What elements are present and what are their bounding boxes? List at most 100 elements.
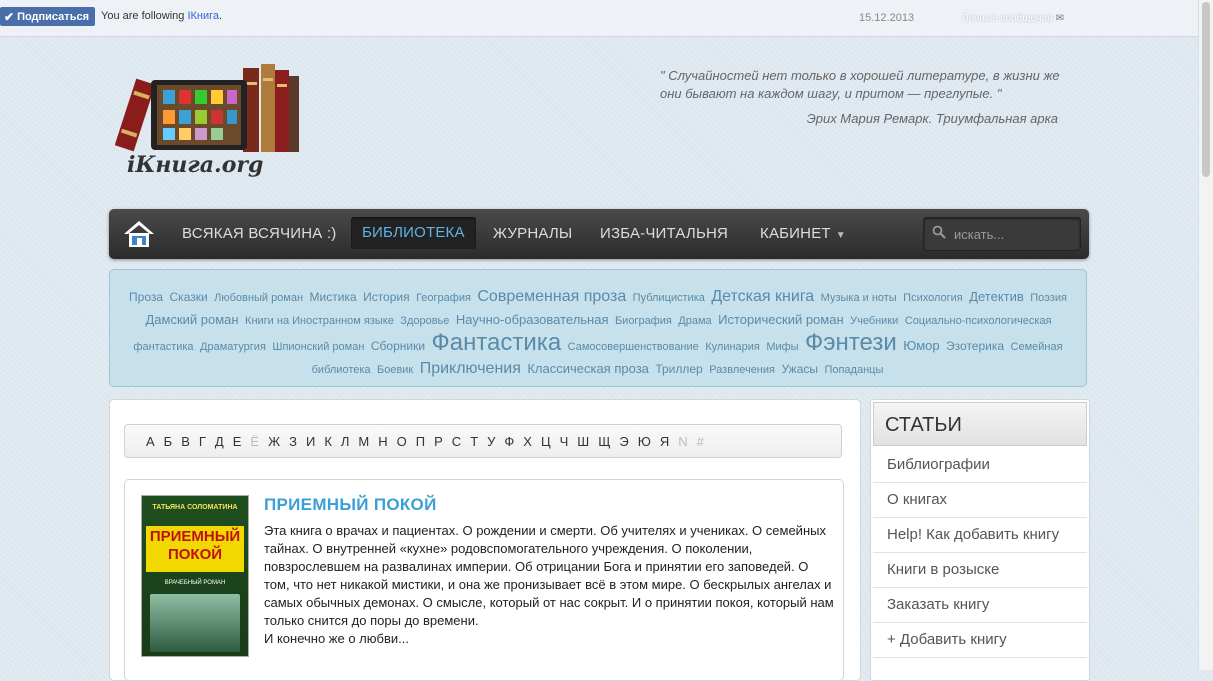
quote-author: Эрих Мария Ремарк. Триумфальная арка — [806, 111, 1058, 126]
alphabet-letter[interactable]: М — [358, 434, 369, 449]
search-input[interactable] — [954, 218, 1074, 250]
book-description-text: Эта книга о врачах и пациентах. О рожден… — [264, 523, 834, 628]
genre-tag[interactable]: Попаданцы — [824, 364, 883, 376]
alphabet-letter[interactable]: У — [487, 434, 495, 449]
alphabet-letter[interactable]: Я — [660, 434, 669, 449]
alphabet-letter[interactable]: К — [324, 434, 332, 449]
alphabet-letter[interactable]: Ф — [504, 434, 514, 449]
blog-name-link[interactable]: IКнига — [187, 10, 219, 22]
sidebar-item-about-books[interactable]: О книгах — [873, 483, 1087, 518]
sidebar-item-wanted-books[interactable]: Книги в розыске — [873, 553, 1087, 588]
alphabet-letter[interactable]: В — [181, 434, 190, 449]
genre-tag[interactable]: Исторический роман — [718, 312, 844, 327]
sidebar-item-order-book[interactable]: Заказать книгу — [873, 588, 1087, 623]
genre-tag[interactable]: Публицистика — [633, 292, 705, 304]
alphabet-letter[interactable]: И — [306, 434, 315, 449]
cover-author: ТАТЬЯНА СОЛОМАТИНА — [152, 504, 238, 511]
genre-tag[interactable]: Психология — [903, 292, 963, 304]
genre-tag[interactable]: Ужасы — [781, 362, 818, 376]
genre-tag[interactable]: Сборники — [371, 339, 425, 353]
genre-tag[interactable]: Любовный роман — [214, 292, 303, 304]
genre-tag[interactable]: История — [363, 290, 410, 304]
genre-tag[interactable]: Дамский роман — [145, 312, 238, 327]
book-title-link[interactable]: Приемный покой — [264, 495, 437, 515]
alphabet-letter[interactable]: Щ — [598, 434, 610, 449]
subscribe-label: Подписаться — [17, 10, 89, 23]
alphabet-letter[interactable]: Ш — [577, 434, 589, 449]
genre-tag[interactable]: Поэзия — [1030, 292, 1067, 304]
alphabet-letter[interactable]: О — [397, 434, 407, 449]
genre-tag[interactable]: Сказки — [170, 290, 208, 304]
genre-tag[interactable]: Самосовершенствование — [568, 341, 699, 353]
genre-tag[interactable]: Шпионский роман — [272, 341, 364, 353]
genre-tag[interactable]: Здоровье — [400, 315, 449, 327]
sidebar-title: Статьи — [873, 402, 1087, 446]
sidebar-item-how-to-add[interactable]: Help! Как добавить книгу — [873, 518, 1087, 553]
alphabet-letter[interactable]: Л — [341, 434, 350, 449]
search-box[interactable] — [923, 217, 1081, 251]
alphabet-letter[interactable]: Ю — [638, 434, 651, 449]
alphabet-letter[interactable]: Х — [523, 434, 532, 449]
alphabet-letter[interactable]: Р — [434, 434, 443, 449]
genre-tag[interactable]: Драматургия — [200, 341, 266, 353]
genre-tag[interactable]: Классическая проза — [527, 361, 649, 376]
following-prefix: You are following — [101, 10, 188, 22]
genre-tag[interactable]: Детектив — [969, 289, 1024, 304]
genre-tag[interactable]: Учебники — [850, 315, 898, 327]
main-navigation: Всякая всячина :) Библиотека Журналы Изб… — [109, 209, 1089, 259]
alphabet-letter: N — [678, 433, 688, 449]
genre-tag[interactable]: Фантастика — [431, 329, 561, 356]
genre-tag[interactable]: Развлечения — [709, 364, 775, 376]
home-icon[interactable] — [123, 219, 155, 249]
top-bar: ✔ Подписаться You are following IКнига. … — [0, 0, 1198, 37]
genre-tag[interactable]: Фэнтези — [805, 329, 897, 356]
main-content: А Б В Г Д Е Ё Ж З И К Л М Н О П Р С Т У Ф Х Ц Ч Ш Щ Э Ю Я N # ТАТЬЯНА … — [109, 399, 861, 681]
genre-tag[interactable]: Музыка и ноты — [821, 292, 897, 304]
envelope-icon: ✉ — [1055, 13, 1064, 24]
alphabet-letter[interactable]: Д — [215, 434, 224, 449]
genre-tag[interactable]: Триллер — [655, 362, 702, 376]
alphabet-letter[interactable]: Т — [470, 434, 478, 449]
alphabet-letter[interactable]: Ч — [560, 434, 569, 449]
sidebar-item-bibliographies[interactable]: Библиографии — [873, 446, 1087, 483]
subscribe-button[interactable]: ✔ Подписаться — [0, 7, 95, 26]
alphabet-letter[interactable]: Ц — [541, 434, 551, 449]
genre-tag[interactable]: Приключения — [420, 360, 521, 377]
genre-tag[interactable]: Современная проза — [477, 288, 626, 305]
alphabet-letter[interactable]: Б — [164, 434, 173, 449]
scrollbar-thumb[interactable] — [1202, 2, 1210, 177]
nav-item-reading-room[interactable]: Изба-читальня — [600, 209, 728, 259]
sidebar-item-add-book[interactable]: + Добавить книгу — [873, 623, 1087, 658]
nav-item-cabinet[interactable]: Кабинет ▼ — [760, 209, 846, 259]
alphabet-letter[interactable]: Ж — [268, 434, 280, 449]
book-cover[interactable]: ТАТЬЯНА СОЛОМАТИНА ПРИЕМНЫЙ ПОКОЙ ВРАЧЕБ… — [141, 495, 249, 657]
nav-item-misc[interactable]: Всякая всячина :) — [182, 209, 336, 259]
genre-tag[interactable]: География — [416, 292, 471, 304]
genre-tag[interactable]: Эзотерика — [946, 339, 1004, 353]
alphabet-letter[interactable]: Е — [233, 434, 242, 449]
alphabet-letter[interactable]: Э — [619, 434, 628, 449]
genre-tag[interactable]: Мифы — [766, 341, 798, 353]
nav-item-library[interactable]: Библиотека — [351, 217, 476, 249]
alphabet-letter[interactable]: Н — [378, 434, 387, 449]
genre-tag[interactable]: Мистика — [310, 290, 357, 304]
alphabet-letter[interactable]: С — [452, 434, 461, 449]
genre-tag[interactable]: Юмор — [903, 338, 939, 353]
genre-tag[interactable]: Детская книга — [711, 288, 814, 305]
genre-tag[interactable]: Биография — [615, 315, 672, 327]
genre-tag[interactable]: Проза — [129, 290, 163, 304]
genre-tag[interactable]: Кулинария — [705, 341, 760, 353]
alphabet-letter[interactable]: З — [289, 434, 297, 449]
genre-tag[interactable]: Книги на Иностранном языке — [245, 315, 394, 327]
genre-tag[interactable]: Боевик — [377, 364, 413, 376]
genre-tag[interactable]: Научно-образовательная — [456, 312, 609, 327]
alphabet-letter: # — [696, 433, 704, 449]
messages-link[interactable]: Личные сообщения ✉ — [962, 13, 1064, 24]
book-card: ТАТЬЯНА СОЛОМАТИНА ПРИЕМНЫЙ ПОКОЙ ВРАЧЕБ… — [124, 479, 844, 681]
alphabet-letter[interactable]: А — [146, 434, 155, 449]
genre-tag[interactable]: Драма — [678, 315, 711, 327]
alphabet-letter[interactable]: Г — [199, 434, 206, 449]
alphabet-letter[interactable]: П — [416, 434, 425, 449]
page-scrollbar[interactable] — [1198, 0, 1213, 670]
nav-item-journals[interactable]: Журналы — [493, 209, 572, 259]
